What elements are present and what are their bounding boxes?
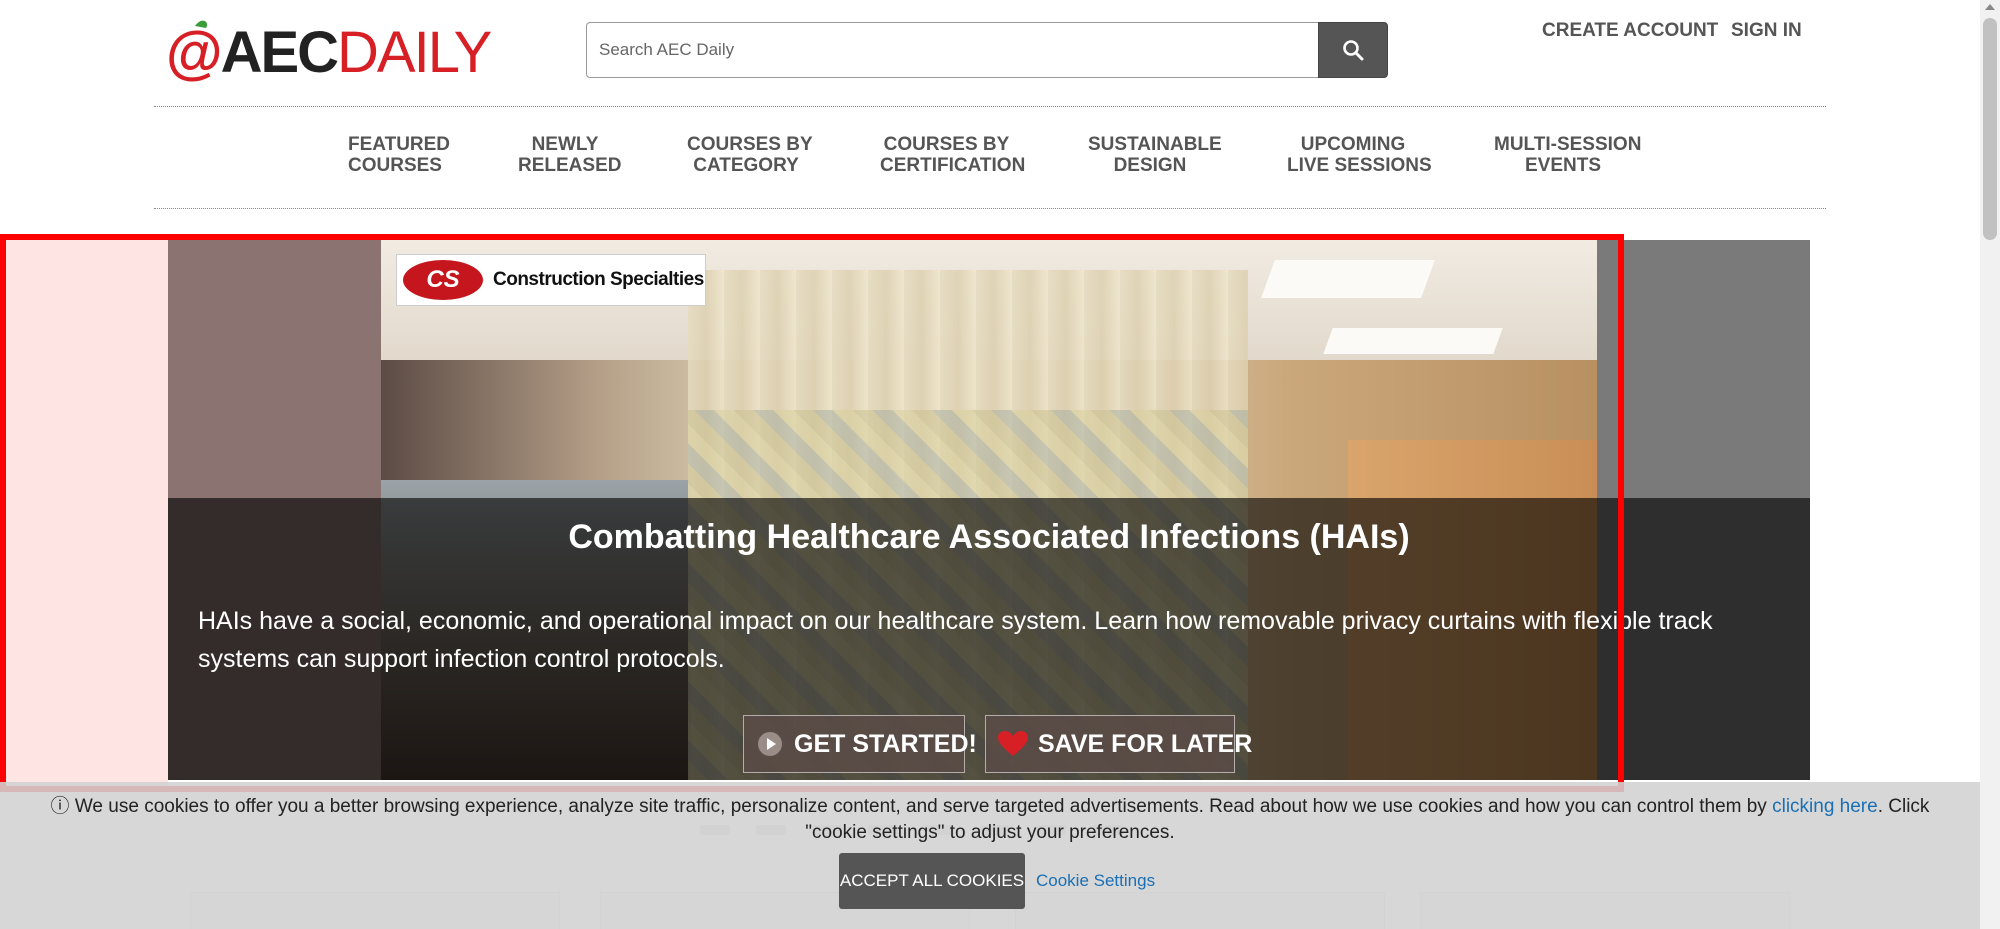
cookie-message-text: We use cookies to offer you a better bro… bbox=[74, 796, 1773, 817]
accept-all-cookies-button[interactable]: ACCEPT ALL COOKIES bbox=[839, 853, 1025, 909]
cookie-policy-link[interactable]: clicking here bbox=[1772, 796, 1878, 817]
scroll-up-arrow-icon[interactable] bbox=[1985, 4, 1995, 10]
logo-daily: DAILY bbox=[337, 20, 492, 85]
page-scrollbar[interactable] bbox=[1980, 0, 2000, 929]
cookie-settings-link[interactable]: Cookie Settings bbox=[1036, 871, 1155, 891]
search-input[interactable] bbox=[586, 22, 1320, 78]
nav-multi-session-events[interactable]: MULTI-SESSION EVENTS bbox=[1494, 134, 1642, 176]
scrollbar-thumb[interactable] bbox=[1983, 18, 1997, 240]
nav-newly-released[interactable]: NEWLY RELEASED bbox=[518, 134, 622, 176]
nav-label-line2: RELEASED bbox=[518, 155, 622, 176]
nav-sustainable-design[interactable]: SUSTAINABLE DESIGN bbox=[1088, 134, 1222, 176]
nav-label-line2: CATEGORY bbox=[693, 155, 799, 176]
nav-label-line2: CERTIFICATION bbox=[880, 155, 1026, 176]
nav-label-line2: EVENTS bbox=[1524, 155, 1602, 176]
cookie-message: ⓘ We use cookies to offer you a better b… bbox=[30, 794, 1950, 846]
nav-label-line1: COURSES BY bbox=[687, 134, 813, 155]
nav-label-line2: LIVE SESSIONS bbox=[1287, 155, 1432, 176]
cookie-banner: ⓘ We use cookies to offer you a better b… bbox=[0, 782, 1980, 929]
logo-aec: AEC bbox=[220, 20, 339, 85]
nav-upcoming-live-sessions[interactable]: UPCOMING LIVE SESSIONS bbox=[1287, 134, 1432, 176]
nav-label-line1: MULTI-SESSION bbox=[1494, 134, 1642, 155]
nav-label-line1: FEATURED bbox=[348, 134, 451, 155]
nav-featured-courses[interactable]: FEATURED COURSES bbox=[348, 134, 451, 176]
nav-label-line1: UPCOMING bbox=[1300, 134, 1406, 155]
nav-label-line1: COURSES BY bbox=[883, 134, 1010, 155]
nav-label-line2: DESIGN bbox=[1113, 155, 1187, 176]
logo-at: @ bbox=[166, 20, 223, 85]
search-icon bbox=[1343, 40, 1364, 61]
nav-label-line1: NEWLY bbox=[531, 134, 599, 155]
nav-divider-bottom bbox=[154, 208, 1826, 209]
nav-courses-by-category[interactable]: COURSES BY CATEGORY bbox=[687, 134, 813, 176]
create-account-link[interactable]: CREATE ACCOUNT bbox=[1542, 20, 1718, 42]
search-button[interactable] bbox=[1318, 22, 1388, 78]
nav-label-line1: SUSTAINABLE bbox=[1088, 134, 1222, 155]
search-bar bbox=[586, 22, 1388, 78]
info-icon: ⓘ bbox=[50, 796, 70, 817]
nav-courses-by-certification[interactable]: COURSES BY CERTIFICATION bbox=[880, 134, 1026, 176]
logo-wordmark: @AECDAILY bbox=[166, 20, 492, 85]
page: @AECDAILY CREATE ACCOUNT SIGN IN FEATURE… bbox=[0, 0, 2000, 929]
nav-divider-top bbox=[154, 106, 1826, 107]
aecdaily-logo[interactable]: @AECDAILY bbox=[166, 10, 492, 84]
highlight-box bbox=[0, 234, 1624, 792]
nav-label-line2: COURSES bbox=[348, 155, 442, 176]
sign-in-link[interactable]: SIGN IN bbox=[1731, 20, 1802, 42]
